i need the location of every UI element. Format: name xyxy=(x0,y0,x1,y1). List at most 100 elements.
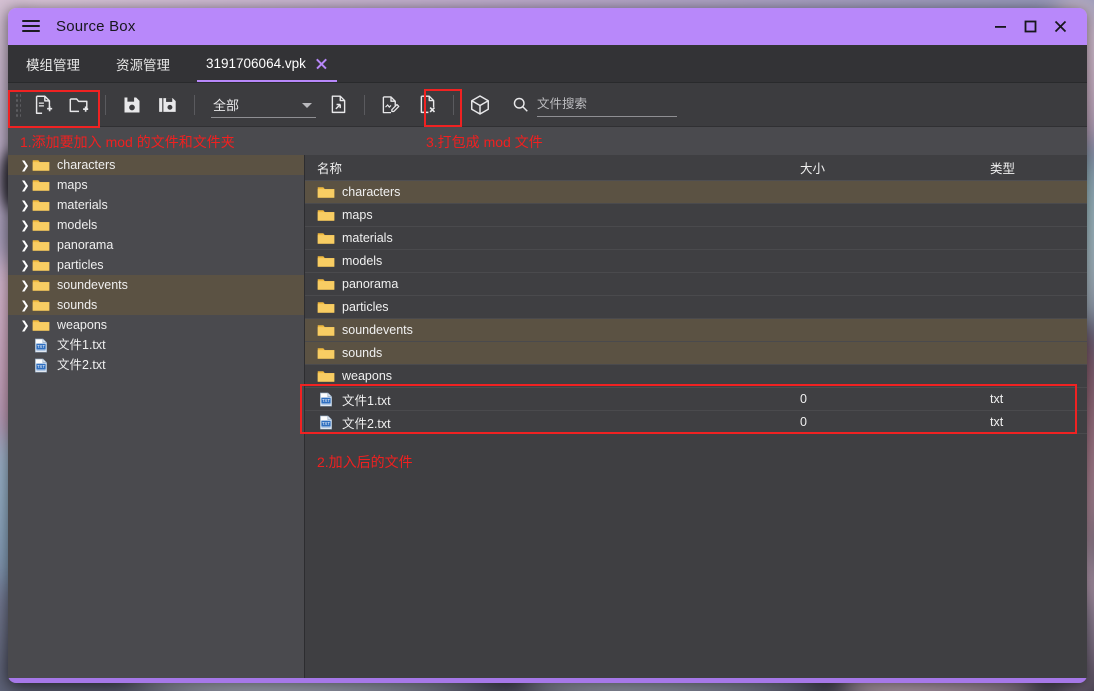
table-row[interactable]: TXT 文件2.txt 0 txt xyxy=(305,411,1087,434)
cell-name-label: particles xyxy=(342,300,389,314)
add-file-button[interactable] xyxy=(25,89,61,121)
tab-mod-management[interactable]: 模组管理 xyxy=(8,45,98,82)
add-folder-button[interactable] xyxy=(61,89,97,121)
search-box xyxy=(512,93,677,117)
storage-usage-text: 占用: 1.20 GB / 2GB xyxy=(18,681,129,684)
cell-name-label: panorama xyxy=(342,277,399,291)
tree-item-sounds[interactable]: ❯ sounds xyxy=(8,295,304,315)
folder-icon xyxy=(32,319,50,331)
package-button[interactable] xyxy=(462,89,498,121)
tab-vpk-file[interactable]: 3191706064.vpk xyxy=(188,45,346,82)
chevron-right-icon[interactable]: ❯ xyxy=(18,299,32,312)
cell-type: txt xyxy=(990,415,1004,429)
txt-file-icon: TXT xyxy=(35,338,47,352)
close-button[interactable] xyxy=(1045,8,1075,45)
tree-item-文件1.txt[interactable]: ❯ TXT 文件1.txt xyxy=(8,335,304,355)
rename-button[interactable] xyxy=(373,89,409,121)
folder-icon xyxy=(32,219,50,231)
chevron-right-icon[interactable]: ❯ xyxy=(18,319,32,332)
tree-item-weapons[interactable]: ❯ weapons xyxy=(8,315,304,335)
extract-button[interactable] xyxy=(320,89,356,121)
save-icon xyxy=(124,97,140,112)
table-row[interactable]: models xyxy=(305,250,1087,273)
delete-file-icon xyxy=(420,95,435,114)
cell-name: models xyxy=(305,254,800,269)
window-controls xyxy=(985,8,1087,45)
table-row[interactable]: soundevents xyxy=(305,319,1087,342)
chevron-right-icon[interactable]: ❯ xyxy=(18,219,32,232)
tree-item-文件2.txt[interactable]: ❯ TXT 文件2.txt xyxy=(8,355,304,375)
table-row[interactable]: weapons xyxy=(305,365,1087,388)
chevron-down-icon xyxy=(302,102,312,108)
cell-name-label: soundevents xyxy=(342,323,413,337)
table-row[interactable]: panorama xyxy=(305,273,1087,296)
annotation-add-files: 1.添加要加入 mod 的文件和文件夹 xyxy=(20,134,235,150)
tree-item-label: particles xyxy=(57,257,104,272)
folder-icon xyxy=(317,232,335,244)
column-header-type[interactable]: 类型 xyxy=(990,158,1087,177)
search-input[interactable] xyxy=(537,97,677,111)
cell-name-label: materials xyxy=(342,231,393,245)
column-header-size[interactable]: 大小 xyxy=(800,158,990,177)
tree-item-materials[interactable]: ❯ materials xyxy=(8,195,304,215)
minimize-button[interactable] xyxy=(985,8,1015,45)
tree-item-label: materials xyxy=(57,197,108,212)
cell-type: txt xyxy=(990,392,1004,406)
extract-file-icon xyxy=(331,95,345,114)
tree-item-characters[interactable]: ❯ characters xyxy=(8,155,304,175)
hamburger-icon[interactable] xyxy=(22,20,40,33)
table-row[interactable]: particles xyxy=(305,296,1087,319)
title-bar: Source Box xyxy=(8,8,1087,45)
table-row[interactable]: materials xyxy=(305,227,1087,250)
cell-size: 0 xyxy=(800,415,807,429)
folder-icon xyxy=(317,301,335,313)
svg-text:TXT: TXT xyxy=(322,421,330,426)
table-row[interactable]: maps xyxy=(305,204,1087,227)
cell-name: materials xyxy=(305,231,800,246)
folder-icon xyxy=(32,239,50,251)
cell-name: maps xyxy=(305,208,800,223)
package-box-icon xyxy=(471,94,489,115)
tree-item-models[interactable]: ❯ models xyxy=(8,215,304,235)
tree-item-maps[interactable]: ❯ maps xyxy=(8,175,304,195)
folder-icon xyxy=(32,199,50,211)
tree-item-label: models xyxy=(57,217,98,232)
chevron-right-icon[interactable]: ❯ xyxy=(18,159,32,172)
chevron-right-icon[interactable]: ❯ xyxy=(18,179,32,192)
search-icon[interactable] xyxy=(512,96,529,113)
delete-button[interactable] xyxy=(409,89,445,121)
txt-file-icon: TXT xyxy=(320,415,332,429)
chevron-right-icon[interactable]: ❯ xyxy=(18,239,32,252)
chevron-right-icon[interactable]: ❯ xyxy=(18,279,32,292)
folder-icon xyxy=(317,324,335,336)
column-header-name[interactable]: 名称 xyxy=(305,158,800,177)
cell-name-label: maps xyxy=(342,208,373,222)
folder-icon xyxy=(317,186,335,198)
screen: Source Box 模组管理 资源管理 3191706064.vpk 全部 文… xyxy=(0,0,1094,691)
tree-spacer: ❯ xyxy=(18,359,32,372)
toolbar-grip[interactable] xyxy=(14,91,21,118)
tab-resource-management[interactable]: 资源管理 xyxy=(98,45,188,82)
file-list-header: 名称 大小 类型 xyxy=(305,155,1087,181)
table-row[interactable]: sounds xyxy=(305,342,1087,365)
save-as-button[interactable] xyxy=(150,89,186,121)
annotation-added-files: 2.加入后的文件 xyxy=(317,454,413,470)
tab-label: 3191706064.vpk xyxy=(206,56,306,71)
app-title: Source Box xyxy=(56,18,136,35)
tree-item-soundevents[interactable]: ❯ soundevents xyxy=(8,275,304,295)
filter-dropdown[interactable]: 全部 xyxy=(211,92,316,118)
cell-name: weapons xyxy=(305,369,800,384)
tab-close-icon[interactable] xyxy=(315,57,328,70)
tree-item-label: weapons xyxy=(57,317,108,332)
chevron-right-icon[interactable]: ❯ xyxy=(18,259,32,272)
tree-item-label: characters xyxy=(57,157,116,172)
chevron-right-icon[interactable]: ❯ xyxy=(18,199,32,212)
save-button[interactable] xyxy=(114,89,150,121)
table-row[interactable]: characters xyxy=(305,181,1087,204)
rename-file-icon xyxy=(382,95,400,113)
tree-item-particles[interactable]: ❯ particles xyxy=(8,255,304,275)
tree-item-panorama[interactable]: ❯ panorama xyxy=(8,235,304,255)
table-row[interactable]: TXT 文件1.txt 0 txt xyxy=(305,388,1087,411)
tree-item-label: panorama xyxy=(57,237,114,252)
maximize-button[interactable] xyxy=(1015,8,1045,45)
